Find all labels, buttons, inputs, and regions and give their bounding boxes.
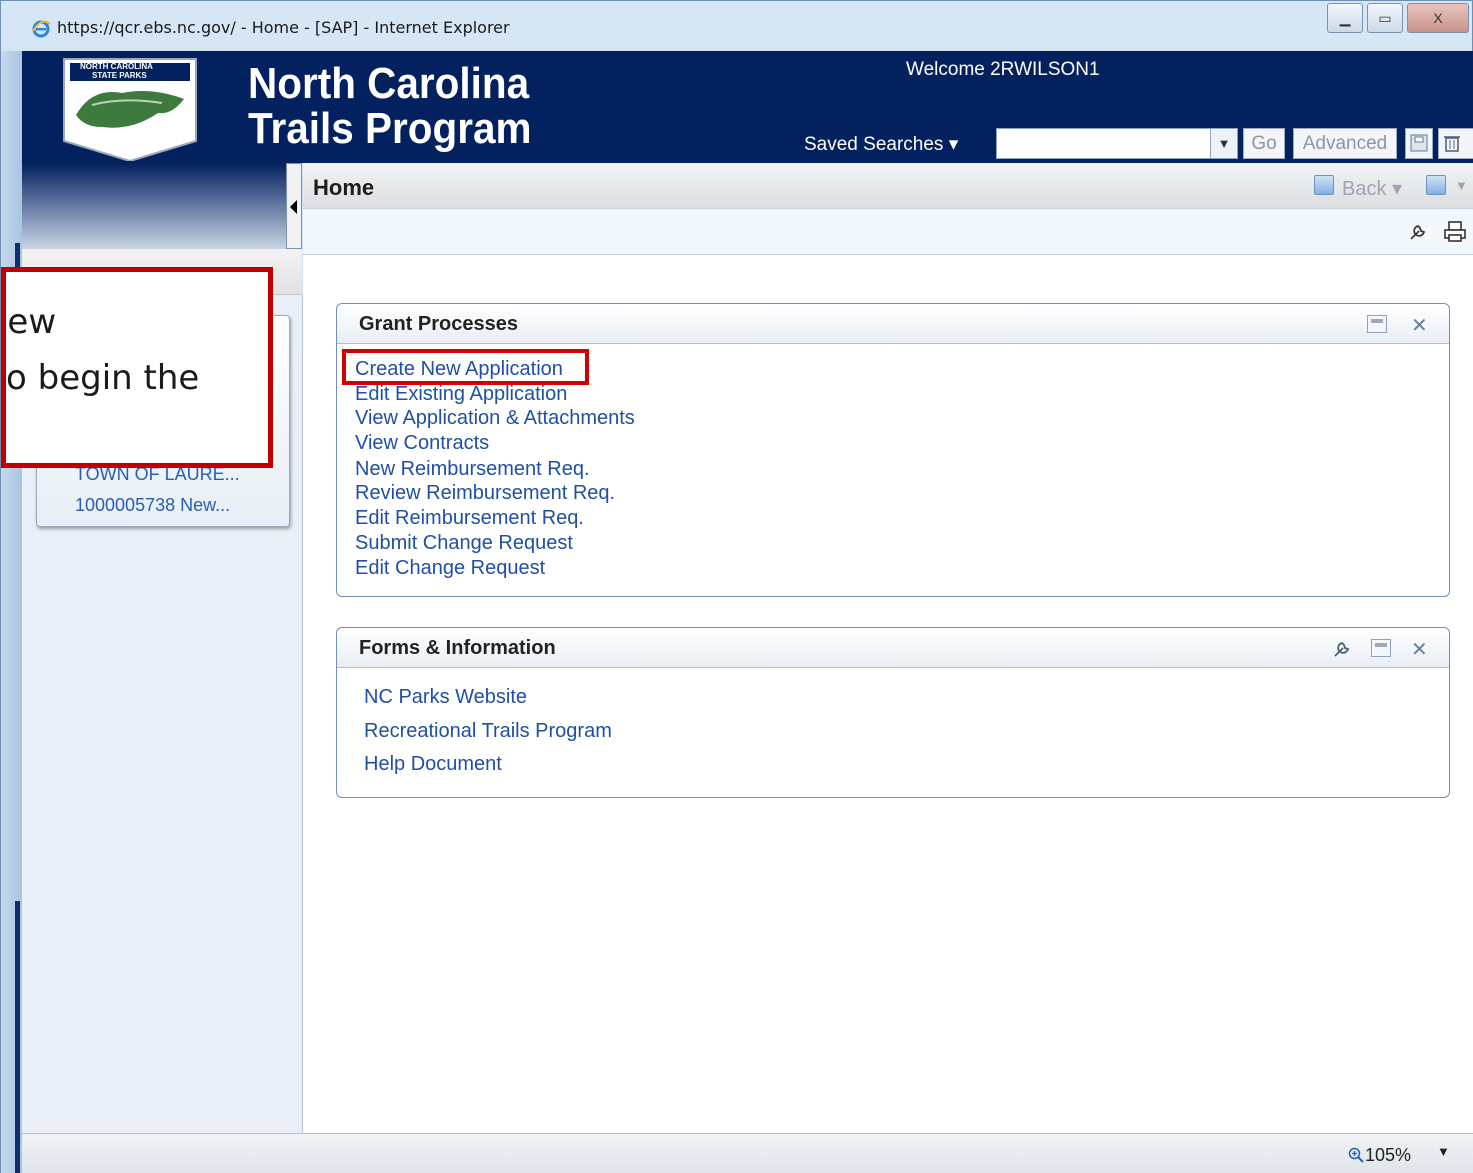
panel-title: Grant Processes (359, 313, 518, 335)
close-panel-icon[interactable]: ✕ (1411, 313, 1428, 338)
collapse-nav-handle[interactable] (286, 163, 302, 249)
panel-title: Forms & Information (359, 637, 556, 659)
view-contracts-link[interactable]: View Contracts (355, 432, 489, 455)
zoom-dropdown-icon[interactable]: ▼ (1437, 1144, 1450, 1159)
delete-search-button[interactable] (1438, 128, 1473, 159)
instruction-callout: New o begin the (1, 267, 273, 468)
recreational-trails-program-link[interactable]: Recreational Trails Program (364, 720, 612, 743)
recent-item-link[interactable]: 1000005738 New... (75, 495, 265, 516)
personalize-icon[interactable] (1407, 221, 1429, 243)
page-title: Home (313, 175, 375, 200)
back-arrow-icon[interactable] (1314, 175, 1334, 195)
new-reimbursement-req-link[interactable]: New Reimbursement Req. (355, 458, 590, 481)
welcome-text: Welcome 2RWILSON1 (906, 59, 1100, 80)
page-toolbar (303, 209, 1473, 255)
window-title: https://qcr.ebs.nc.gov/ - Home - [SAP] -… (57, 18, 510, 37)
maximize-panel-icon[interactable] (1371, 639, 1391, 657)
saved-searches-menu[interactable]: Saved Searches ▾ (804, 133, 958, 156)
forward-dropdown-icon[interactable]: ▼ (1455, 178, 1468, 193)
minimize-button[interactable]: ▁ (1327, 3, 1363, 33)
print-icon[interactable] (1443, 220, 1467, 244)
page-title-bar: Home Back ▾ ▼ (303, 163, 1473, 209)
logo-lettering: NORTH CAROLINA (80, 62, 153, 71)
back-button[interactable]: Back ▾ (1342, 176, 1402, 201)
save-search-icon (1410, 134, 1428, 152)
go-button[interactable]: Go (1243, 128, 1285, 159)
save-search-button[interactable] (1405, 128, 1433, 159)
logo-lettering: STATE PARKS (92, 71, 147, 80)
advanced-button[interactable]: Advanced (1293, 128, 1397, 159)
edit-reimbursement-req-link[interactable]: Edit Reimbursement Req. (355, 507, 584, 530)
close-panel-icon[interactable]: ✕ (1411, 637, 1428, 662)
highlight-box (342, 349, 589, 385)
search-input[interactable] (996, 128, 1231, 159)
forms-information-panel: Forms & Information ✕ (336, 627, 1450, 798)
maximize-panel-icon[interactable] (1367, 315, 1387, 333)
app-brand: North Carolina Trails Program (248, 61, 531, 151)
forward-arrow-icon[interactable] (1426, 175, 1446, 195)
status-bar: 105% ▼ (22, 1133, 1473, 1173)
edit-existing-application-link[interactable]: Edit Existing Application (355, 383, 567, 406)
callout-text: New o begin the (6, 302, 200, 398)
trash-icon (1444, 136, 1460, 152)
brand-line: Trails Program (248, 104, 532, 153)
browser-window: https://qcr.ebs.nc.gov/ - Home - [SAP] -… (0, 0, 1473, 1173)
view-application-attachments-link[interactable]: View Application & Attachments (355, 407, 635, 430)
title-bar: https://qcr.ebs.nc.gov/ - Home - [SAP] -… (1, 1, 1473, 51)
app-header: NORTH CAROLINA STATE PARKS North Carolin… (22, 51, 1473, 163)
panel-header: Grant Processes ✕ (337, 304, 1449, 344)
zoom-level[interactable]: 105% (1365, 1145, 1411, 1166)
window-left-edge (1, 51, 22, 1173)
maximize-button[interactable]: ▭ (1367, 3, 1403, 33)
internet-explorer-icon (32, 20, 51, 38)
brand-line: North Carolina (248, 59, 530, 108)
edge-mark (15, 901, 20, 1173)
help-document-link[interactable]: Help Document (364, 753, 502, 776)
close-button[interactable]: X (1407, 3, 1469, 33)
nav-top-panel (22, 163, 286, 249)
submit-change-request-link[interactable]: Submit Change Request (355, 532, 573, 555)
nc-parks-website-link[interactable]: NC Parks Website (364, 686, 527, 709)
search-dropdown-button[interactable]: ▼ (1210, 128, 1238, 159)
panel-header: Forms & Information ✕ (337, 628, 1449, 668)
edit-change-request-link[interactable]: Edit Change Request (355, 557, 545, 580)
personalize-panel-icon[interactable] (1331, 638, 1353, 660)
zoom-icon[interactable] (1348, 1147, 1364, 1163)
review-reimbursement-req-link[interactable]: Review Reimbursement Req. (355, 482, 615, 505)
collapse-left-icon (290, 200, 297, 214)
